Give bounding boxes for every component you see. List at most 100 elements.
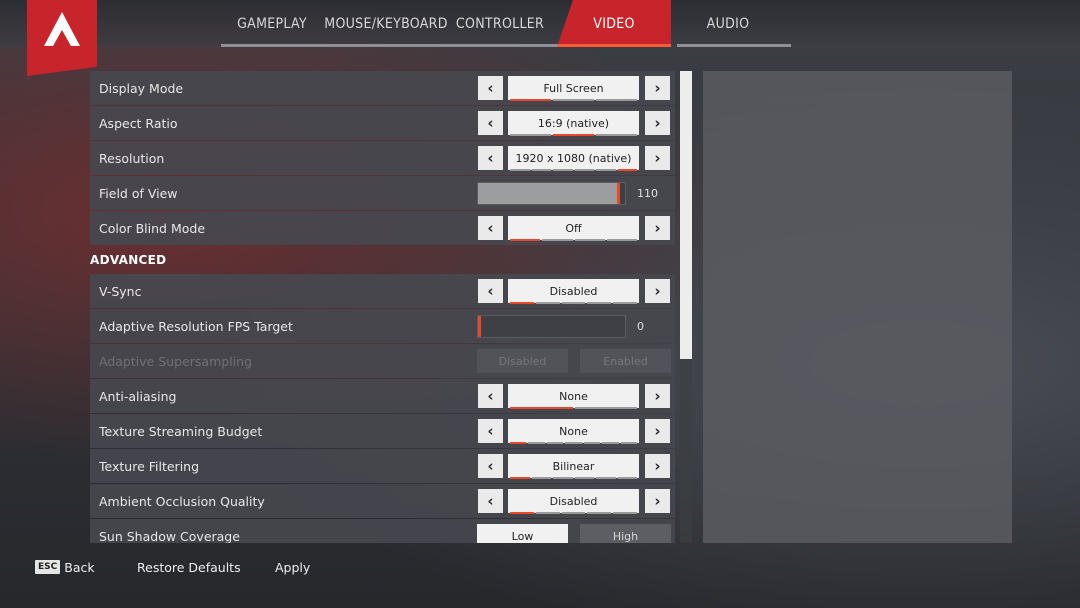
apex-logo-icon [44, 12, 80, 46]
chevron-left-icon[interactable]: ‹ [478, 76, 503, 100]
setting-row-texture-budget: Texture Streaming Budget ‹ None › [90, 414, 675, 448]
option-segment [613, 302, 637, 304]
tab-gameplay[interactable]: GAMEPLAY [215, 0, 335, 47]
texture-budget-selector[interactable]: None [508, 419, 639, 443]
option-segment [596, 477, 616, 479]
option-segment [528, 442, 545, 444]
setting-row-resolution: Resolution ‹ 1920 x 1080 (native) › [90, 141, 675, 175]
settings-scrollbar[interactable] [680, 71, 692, 543]
option-segment [596, 169, 616, 171]
option-segment [574, 239, 605, 241]
option-segment [510, 512, 534, 514]
anti-aliasing-selector[interactable]: None [508, 384, 639, 408]
chevron-right-icon[interactable]: › [645, 216, 670, 240]
setting-label: Anti-aliasing [99, 388, 177, 404]
option-indicator [510, 99, 637, 101]
chevron-right-icon[interactable]: › [645, 146, 670, 170]
tab-mouse-keyboard[interactable]: MOUSE/KEYBOARD [324, 0, 449, 47]
slider-fill [478, 183, 619, 204]
chevron-right-icon[interactable]: › [645, 111, 670, 135]
setting-row-texture-filtering: Texture Filtering ‹ Bilinear › [90, 449, 675, 483]
aspect-ratio-selector[interactable]: 16:9 (native) [508, 111, 639, 135]
option-segment [553, 477, 573, 479]
option-segment [546, 442, 564, 444]
chevron-left-icon[interactable]: ‹ [478, 419, 503, 443]
option-segment [553, 134, 594, 136]
option-indicator [510, 169, 637, 171]
option-segment [587, 512, 612, 514]
option-segment [602, 442, 619, 444]
scrollbar-thumb[interactable] [680, 71, 692, 359]
setting-row-aspect-ratio: Aspect Ratio ‹ 16:9 (native) › [90, 106, 675, 140]
field-of-view-value: 110 [637, 187, 658, 200]
setting-row-adaptive-supersampling: Adaptive Supersampling Disabled Enabled [90, 344, 675, 378]
option-segment [565, 442, 582, 444]
tab-audio[interactable]: AUDIO [671, 0, 791, 47]
chevron-right-icon[interactable]: › [645, 279, 670, 303]
adaptive-fps-slider[interactable] [477, 315, 626, 338]
option-indicator [510, 442, 637, 444]
option-indicator [510, 407, 637, 409]
chevron-right-icon[interactable]: › [645, 419, 670, 443]
option-segment [531, 169, 551, 171]
ambient-occlusion-selector[interactable]: Disabled [508, 489, 639, 513]
option-segment [617, 477, 637, 479]
setting-label: Texture Streaming Budget [99, 423, 263, 439]
chevron-left-icon[interactable]: ‹ [478, 216, 503, 240]
setting-label: Adaptive Resolution FPS Target [99, 318, 293, 334]
setting-row-sun-shadow: Sun Shadow Coverage Low High [90, 519, 675, 543]
option-indicator [510, 134, 637, 136]
setting-row-anti-aliasing: Anti-aliasing ‹ None › [90, 379, 675, 413]
chevron-right-icon[interactable]: › [645, 489, 670, 513]
option-indicator [510, 477, 637, 479]
field-of-view-slider[interactable] [477, 182, 626, 205]
setting-label: Texture Filtering [99, 458, 200, 474]
resolution-selector[interactable]: 1920 x 1080 (native) [508, 146, 639, 170]
setting-row-adaptive-fps: Adaptive Resolution FPS Target 0 [90, 309, 675, 343]
chevron-right-icon[interactable]: › [645, 76, 670, 100]
setting-label: Display Mode [99, 80, 184, 96]
option-segment [510, 442, 527, 444]
setting-label: Aspect Ratio [99, 115, 178, 131]
setting-label: Resolution [99, 150, 165, 166]
option-segment [535, 302, 560, 304]
option-segment [510, 239, 541, 241]
option-segment [617, 169, 637, 171]
chevron-left-icon[interactable]: ‹ [478, 111, 503, 135]
setting-row-color-blind-mode: Color Blind Mode ‹ Off › [90, 211, 675, 245]
vsync-selector[interactable]: Disabled [508, 279, 639, 303]
chevron-right-icon[interactable]: › [645, 454, 670, 478]
option-segment [574, 169, 594, 171]
chevron-left-icon[interactable]: ‹ [478, 146, 503, 170]
sun-shadow-high-button[interactable]: High [580, 524, 671, 543]
setting-row-vsync: V-Sync ‹ Disabled › [90, 274, 675, 308]
option-segment [510, 99, 551, 101]
slider-handle[interactable] [617, 183, 620, 204]
setting-description-panel [703, 71, 1012, 543]
restore-defaults-button[interactable]: Restore Defaults [137, 555, 241, 579]
chevron-left-icon[interactable]: ‹ [478, 454, 503, 478]
display-mode-selector[interactable]: Full Screen [508, 76, 639, 100]
option-segment [510, 169, 530, 171]
setting-label: Adaptive Supersampling [99, 353, 253, 369]
supersampling-enabled-button: Enabled [580, 349, 671, 373]
sun-shadow-low-button[interactable]: Low [477, 524, 568, 543]
color-blind-selector[interactable]: Off [508, 216, 639, 240]
option-segment [510, 477, 530, 479]
back-button[interactable]: ESC Back [35, 555, 95, 579]
apply-button[interactable]: Apply [275, 555, 310, 579]
setting-label: Field of View [99, 185, 178, 201]
option-segment [606, 239, 637, 241]
chevron-left-icon[interactable]: ‹ [478, 384, 503, 408]
chevron-right-icon[interactable]: › [645, 384, 670, 408]
slider-handle[interactable] [478, 316, 481, 337]
advanced-section-title: ADVANCED [90, 253, 167, 267]
tab-controller[interactable]: CONTROLLER [443, 0, 563, 47]
chevron-left-icon[interactable]: ‹ [478, 489, 503, 513]
apex-logo [27, 0, 97, 76]
tab-video[interactable]: VIDEO [557, 0, 671, 47]
chevron-left-icon[interactable]: ‹ [478, 279, 503, 303]
texture-filtering-selector[interactable]: Bilinear [508, 454, 639, 478]
option-segment [510, 407, 573, 409]
option-segment [535, 512, 560, 514]
